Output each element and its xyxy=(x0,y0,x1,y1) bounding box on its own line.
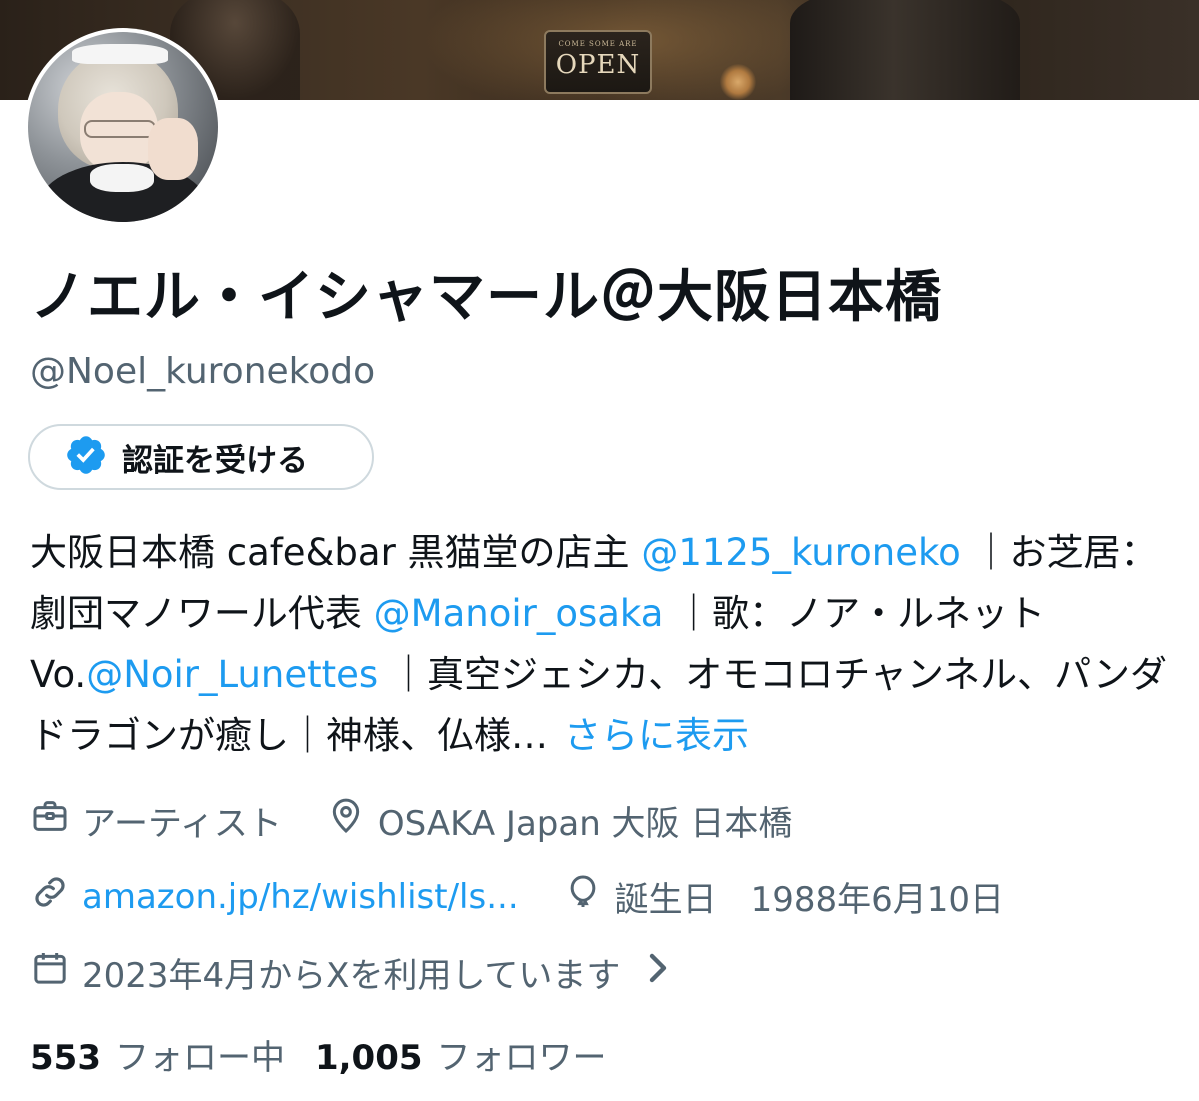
followers-link[interactable]: 1,005 フォロワー xyxy=(315,1030,607,1079)
avatar-glasses xyxy=(84,120,156,138)
birthday-text: 誕生日 1988年6月10日 xyxy=(614,880,1005,920)
banner-open-sign: COME SOME ARE OPEN xyxy=(544,30,652,94)
profile-meta-row-2: amazon.jp/hz/wishlist/ls... 誕生日 1988年6月1… xyxy=(30,872,1048,921)
banner-sign-open-text: OPEN xyxy=(555,50,641,80)
website-link[interactable]: amazon.jp/hz/wishlist/ls... xyxy=(82,877,519,917)
website-item[interactable]: amazon.jp/hz/wishlist/ls... xyxy=(30,872,519,921)
location-item: OSAKA Japan 大阪 日本橋 xyxy=(326,796,792,845)
bio-mention-kuroneko[interactable]: @1125_kuroneko xyxy=(641,531,960,574)
profile-page: COME SOME ARE OPEN ノエル・イシャマール＠大阪日本橋 @Noe… xyxy=(0,0,1199,1101)
profile-meta-row-3[interactable]: 2023年4月からXを利用しています xyxy=(30,948,690,997)
banner-flower xyxy=(720,64,756,100)
get-verified-label: 認証を受ける xyxy=(122,442,308,479)
follow-stats: 553 フォロー中 1,005 フォロワー xyxy=(30,1030,637,1079)
category-text: アーティスト xyxy=(82,804,282,844)
following-label: フォロー中 xyxy=(114,1038,285,1078)
chevron-right-icon xyxy=(620,948,690,997)
avatar-headdress xyxy=(72,44,168,64)
followers-label: フォロワー xyxy=(436,1038,607,1078)
bio-text-1: 大阪日本橋 cafe&bar 黒猫堂の店主 xyxy=(30,531,642,574)
location-pin-icon xyxy=(326,796,378,845)
category-item: アーティスト xyxy=(30,796,282,845)
get-verified-button[interactable]: 認証を受ける xyxy=(28,424,374,490)
display-name: ノエル・イシャマール＠大阪日本橋 xyxy=(30,265,942,330)
avatar-image xyxy=(28,32,218,222)
link-icon xyxy=(30,872,82,921)
banner-figure-right xyxy=(790,0,1020,100)
followers-count: 1,005 xyxy=(314,1038,423,1078)
show-more-link[interactable]: さらに表示 xyxy=(564,714,749,757)
avatar-collar xyxy=(90,164,154,192)
following-link[interactable]: 553 フォロー中 xyxy=(30,1030,285,1079)
joined-item[interactable]: 2023年4月からXを利用しています xyxy=(30,948,690,997)
profile-bio: 大阪日本橋 cafe&bar 黒猫堂の店主 @1125_kuroneko ｜お芝… xyxy=(30,522,1180,766)
profile-meta-row-1: アーティスト OSAKA Japan 大阪 日本橋 xyxy=(30,796,836,845)
banner-sign-small-text: COME SOME ARE xyxy=(558,40,638,48)
bio-mention-noir-lunettes[interactable]: @Noir_Lunettes xyxy=(86,653,378,696)
avatar-hand xyxy=(148,118,198,180)
verified-badge-icon xyxy=(64,433,108,481)
avatar[interactable] xyxy=(24,28,222,226)
location-text: OSAKA Japan 大阪 日本橋 xyxy=(377,804,793,844)
briefcase-icon xyxy=(30,796,82,845)
user-handle: @Noel_kuronekodo xyxy=(30,351,376,392)
balloon-icon xyxy=(563,872,615,921)
calendar-icon xyxy=(30,948,82,997)
bio-mention-manoir[interactable]: @Manoir_osaka xyxy=(374,592,664,635)
joined-text: 2023年4月からXを利用しています xyxy=(82,956,621,996)
following-count: 553 xyxy=(30,1038,101,1078)
birthday-item: 誕生日 1988年6月10日 xyxy=(563,872,1004,921)
